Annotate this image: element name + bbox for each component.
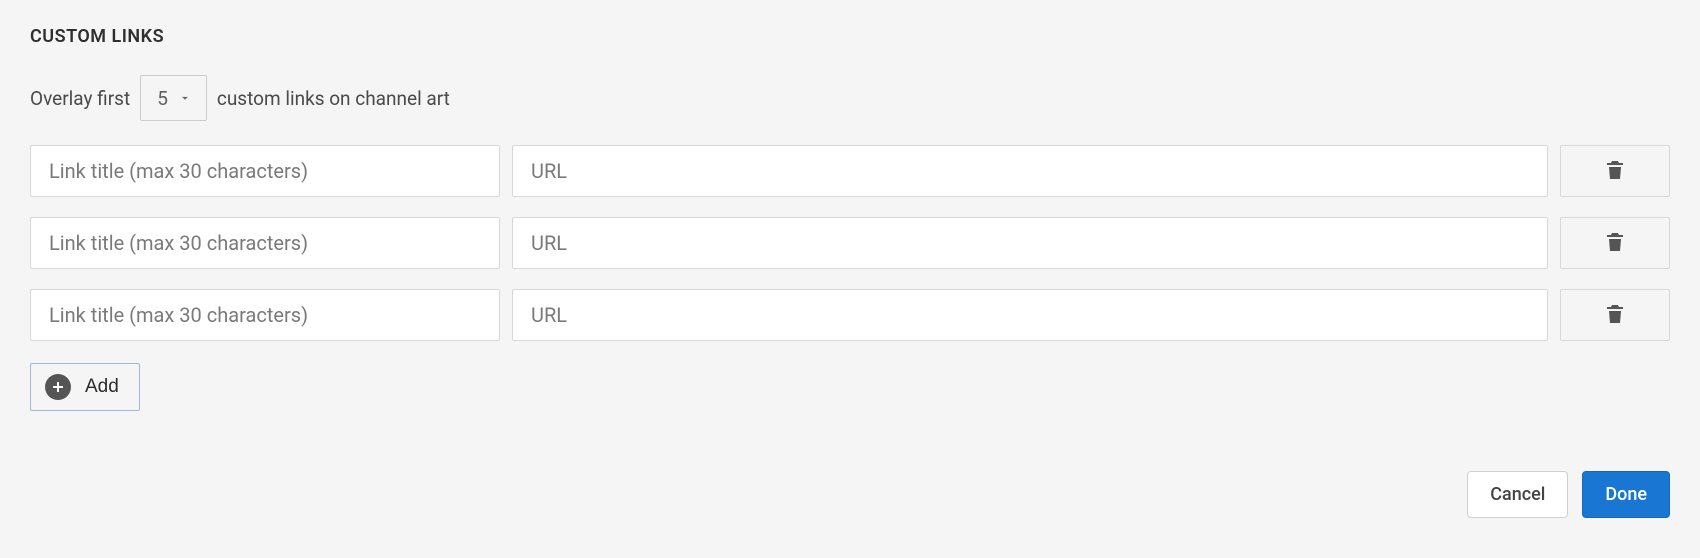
trash-icon bbox=[1603, 157, 1627, 186]
add-button-label: Add bbox=[85, 376, 119, 398]
overlay-suffix-text: custom links on channel art bbox=[217, 87, 450, 110]
chevron-down-icon bbox=[178, 87, 192, 110]
link-row bbox=[30, 289, 1670, 341]
trash-icon bbox=[1603, 301, 1627, 330]
done-button[interactable]: Done bbox=[1582, 471, 1670, 518]
link-url-input[interactable] bbox=[512, 217, 1548, 269]
add-link-button[interactable]: Add bbox=[30, 363, 140, 411]
overlay-row: Overlay first 5 custom links on channel … bbox=[30, 75, 1670, 121]
delete-link-button[interactable] bbox=[1560, 145, 1670, 197]
plus-icon bbox=[45, 374, 71, 400]
link-url-input[interactable] bbox=[512, 289, 1548, 341]
delete-link-button[interactable] bbox=[1560, 217, 1670, 269]
cancel-button[interactable]: Cancel bbox=[1467, 471, 1568, 518]
overlay-count-value: 5 bbox=[157, 87, 168, 110]
link-rows bbox=[30, 145, 1670, 341]
link-title-input[interactable] bbox=[30, 289, 500, 341]
section-title: CUSTOM LINKS bbox=[30, 26, 1670, 47]
dialog-footer: Cancel Done bbox=[1467, 471, 1670, 518]
link-row bbox=[30, 145, 1670, 197]
link-row bbox=[30, 217, 1670, 269]
overlay-count-select[interactable]: 5 bbox=[140, 75, 207, 121]
delete-link-button[interactable] bbox=[1560, 289, 1670, 341]
trash-icon bbox=[1603, 229, 1627, 258]
link-title-input[interactable] bbox=[30, 145, 500, 197]
overlay-prefix-text: Overlay first bbox=[30, 87, 130, 110]
link-title-input[interactable] bbox=[30, 217, 500, 269]
link-url-input[interactable] bbox=[512, 145, 1548, 197]
